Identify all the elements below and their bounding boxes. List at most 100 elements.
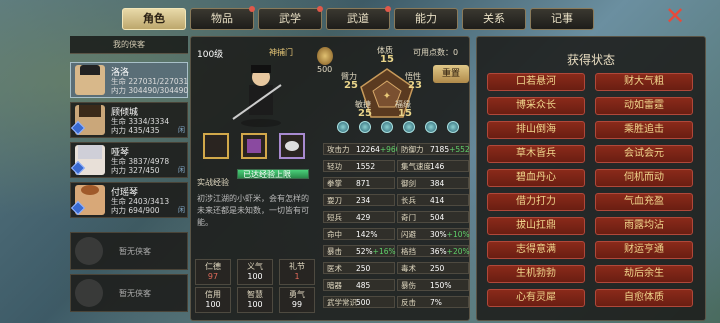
status-pill[interactable]: 草木皆兵	[487, 145, 585, 163]
skill-gem-icon[interactable]	[337, 121, 349, 133]
character-panel: 100级 神捕门 500 可用点数：0 ✦ 体质 15 臂力 25 悟性 23 …	[190, 36, 470, 321]
stat-value: 250	[356, 264, 371, 273]
hero-card[interactable]: 哑琴 生命 3837/4978 内力 327/450 闲	[70, 142, 188, 178]
status-pill[interactable]: 财大气粗	[595, 73, 693, 91]
exp-status: 已达经验上限	[243, 170, 291, 179]
status-pill[interactable]: 心有灵犀	[487, 289, 585, 307]
status-pill[interactable]: 雨露均沾	[595, 217, 693, 235]
notification-dot	[385, 6, 391, 12]
rank-medal-icon	[317, 47, 333, 65]
status-pill[interactable]: 乘胜追击	[595, 121, 693, 139]
empty-hero-slot[interactable]: 暂无侠客	[70, 232, 188, 270]
virtue-label: 礼节	[289, 262, 305, 271]
status-pill[interactable]: 劫后余生	[595, 265, 693, 283]
close-icon[interactable]: ✕	[664, 4, 686, 28]
skill-gem-icon[interactable]	[425, 121, 437, 133]
skill-gem-icon[interactable]	[447, 121, 459, 133]
level-label: 100级	[197, 50, 224, 60]
stat-bonus: +20%	[446, 247, 470, 256]
stat-label: 命中	[327, 230, 342, 239]
stat-label: 暴伤	[401, 281, 416, 290]
accessory-slot-icon[interactable]	[279, 133, 305, 159]
stat-label: 奇门	[401, 213, 416, 222]
silhouette-icon	[75, 279, 103, 307]
virtue-value: 99	[291, 300, 303, 309]
empty-hero-slot[interactable]: 暂无侠客	[70, 274, 188, 312]
status-pill[interactable]: 会试会元	[595, 145, 693, 163]
status-pill[interactable]: 口若悬河	[487, 73, 585, 91]
stat-value: 500	[356, 298, 371, 307]
skill-gem-icon[interactable]	[403, 121, 415, 133]
stat-row: 医术 250	[323, 262, 395, 274]
stat-label: 轻功	[327, 162, 342, 171]
weapon-slot-icon[interactable]	[203, 133, 229, 159]
idle-button[interactable]: 闲	[178, 205, 185, 215]
skill-gem-icon[interactable]	[381, 121, 393, 133]
tab-character[interactable]: 角色	[122, 8, 186, 30]
status-pill[interactable]: 财运亨通	[595, 241, 693, 259]
idle-button[interactable]: 闲	[178, 125, 185, 135]
tab-martial-arts[interactable]: 武学	[258, 6, 323, 30]
status-title: 获得状态	[566, 53, 615, 67]
stat-value: 504	[430, 213, 445, 222]
reset-button[interactable]: 重置	[433, 65, 469, 83]
status-pill[interactable]: 排山倒海	[487, 121, 585, 139]
status-pill[interactable]: 动如雷霆	[595, 97, 693, 115]
status-pill[interactable]: 借力打力	[487, 193, 585, 211]
idle-button[interactable]: 闲	[178, 165, 185, 175]
stat-label: 攻击力	[327, 145, 350, 154]
stat-label: 闪避	[401, 230, 416, 239]
status-pill[interactable]: 气血充盈	[595, 193, 693, 211]
virtue-cell: 义气 100	[237, 259, 273, 285]
stat-label: 毒术	[401, 264, 416, 273]
virtue-label: 勇气	[289, 290, 305, 299]
armor-slot-icon[interactable]	[241, 133, 267, 159]
stat-value: 429	[356, 213, 371, 222]
tab-journal[interactable]: 记事	[530, 8, 594, 30]
stat-label: 武学常识	[327, 298, 357, 307]
stat-value: 150%	[430, 281, 452, 290]
stat-value: 12264+960	[356, 145, 401, 154]
stat-label: 御剑	[401, 179, 416, 188]
attr-wuxing: 23	[408, 80, 422, 91]
status-pill[interactable]: 博采众长	[487, 97, 585, 115]
virtue-cell: 礼节 1	[279, 259, 315, 285]
tab-martial-way[interactable]: 武道	[326, 6, 391, 30]
status-pill[interactable]: 伺机而动	[595, 169, 693, 187]
stat-row: 暗器 485	[323, 279, 395, 291]
tab-relations[interactable]: 关系	[462, 8, 526, 30]
hero-card[interactable]: 洛洛 生命 227031/227031 内力 304490/304490	[70, 62, 188, 98]
status-pill[interactable]: 自愈体质	[595, 289, 693, 307]
stat-bonus: +10%	[446, 230, 470, 239]
virtue-value: 100	[247, 300, 263, 309]
stat-label: 短兵	[327, 213, 342, 222]
hero-card[interactable]: 顾倾城 生命 3334/3334 内力 435/435 闲	[70, 102, 188, 138]
stat-value: 871	[356, 179, 371, 188]
stat-label: 拳掌	[327, 179, 342, 188]
character-sprite	[232, 65, 282, 127]
virtue-value: 100	[247, 272, 263, 281]
hero-card[interactable]: 付瑶琴 生命 2403/3413 内力 694/900 闲	[70, 182, 188, 218]
hero-avatar	[75, 65, 105, 95]
skill-gem-icon[interactable]	[359, 121, 371, 133]
stat-row: 防御力 7185+552	[397, 143, 470, 155]
status-pill[interactable]: 碧血丹心	[487, 169, 585, 187]
stat-value: 234	[356, 196, 371, 205]
attr-fuyuan: 15	[398, 108, 412, 119]
stat-row: 命中 142%	[323, 228, 395, 240]
tab-items[interactable]: 物品	[190, 6, 255, 30]
stat-bonus: +552	[449, 145, 470, 154]
virtue-cell: 信用 100	[195, 287, 231, 313]
virtue-value: 100	[205, 300, 221, 309]
status-pill[interactable]: 拔山扛鼎	[487, 217, 585, 235]
stat-value: 250	[430, 264, 445, 273]
tab-abilities[interactable]: 能力	[394, 8, 458, 30]
available-points: 可用点数：0	[413, 48, 459, 57]
attr-tizhi: 15	[380, 54, 394, 65]
stat-value: 146	[430, 162, 445, 171]
attr-minjie: 25	[358, 108, 372, 119]
status-pill[interactable]: 生机勃勃	[487, 265, 585, 283]
stat-value: 52%+16%	[356, 247, 396, 256]
status-pill[interactable]: 志得意满	[487, 241, 585, 259]
stat-row: 轻功 1552	[323, 160, 395, 172]
